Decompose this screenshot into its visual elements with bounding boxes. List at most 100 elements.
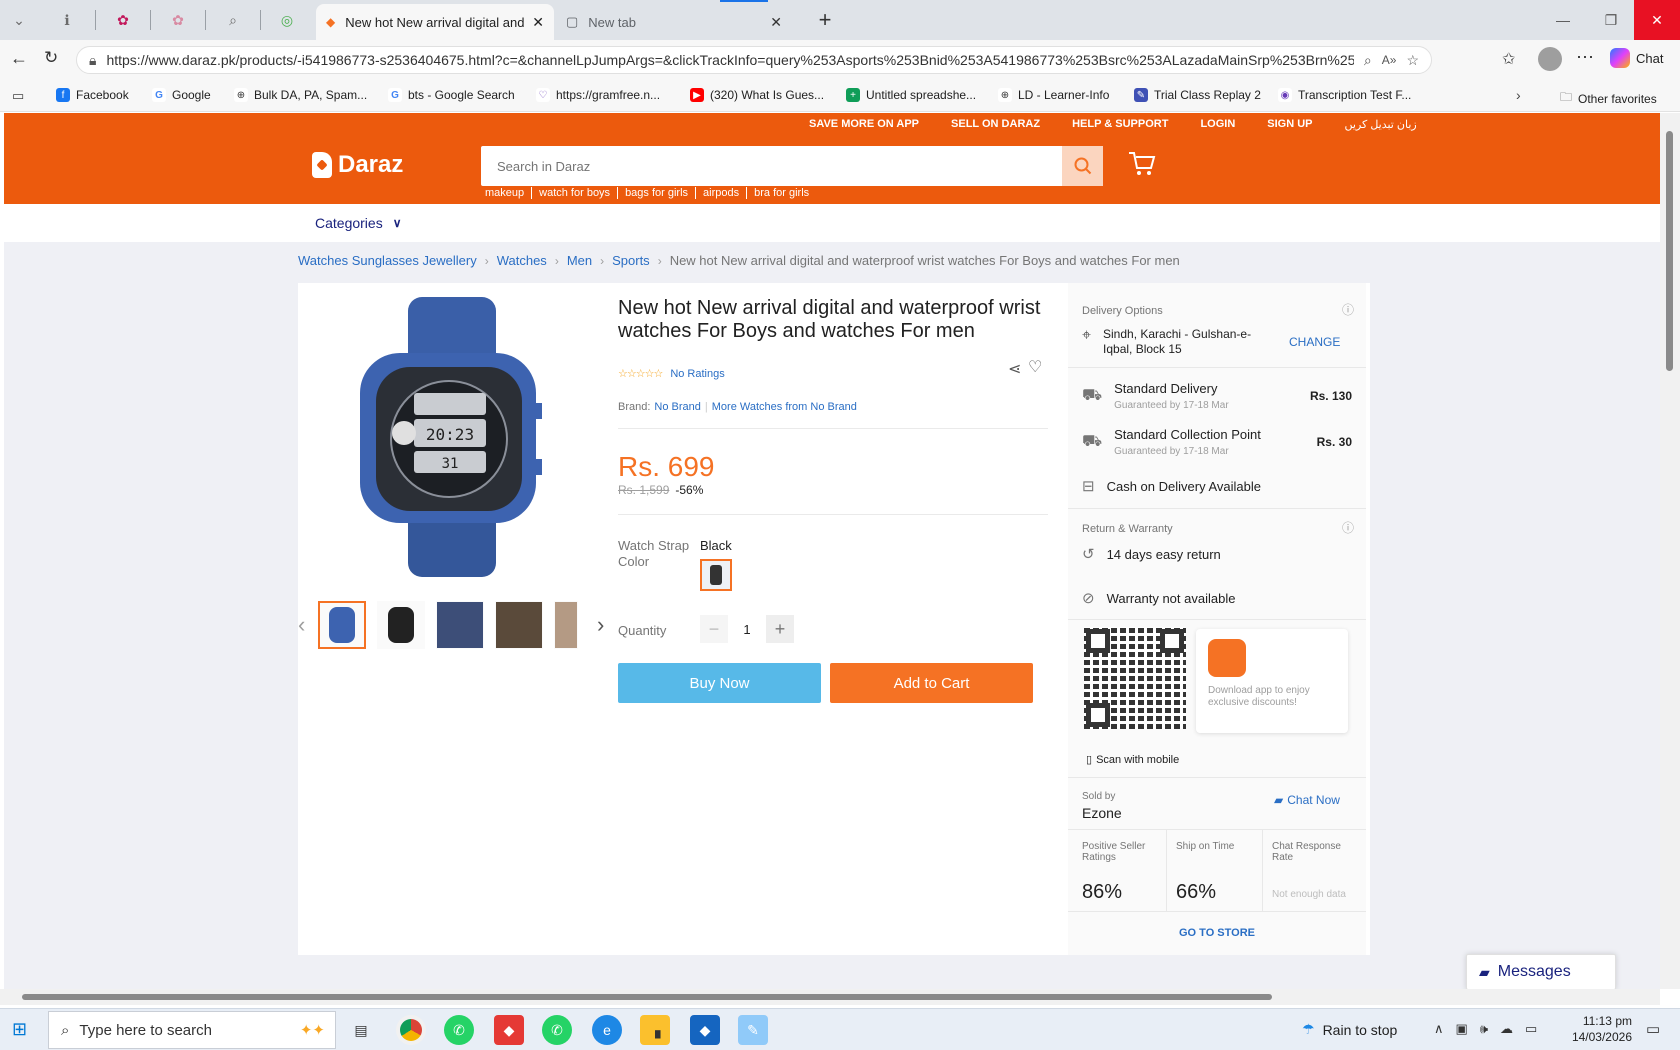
share-icon[interactable]: ⋖ [1008,359,1021,379]
bookmark-ld[interactable]: ⊕ LD - Learner-Info [998,88,1109,102]
whatsapp-icon[interactable]: ✆ [444,1015,474,1045]
bookmark-youtube[interactable]: ▶ (320) What Is Gues... [690,88,824,102]
ratings-link[interactable]: No Ratings [670,368,724,380]
read-aloud-icon[interactable]: A» [1382,53,1397,67]
windows-start-icon[interactable]: ⊞ [12,1019,27,1040]
notes-app-icon[interactable]: ✎ [738,1015,768,1045]
link-save-more-on-app[interactable]: SAVE MORE ON APP [809,118,919,131]
anydesk-icon[interactable]: ◆ [494,1015,524,1045]
bookmark-spreadsheet[interactable]: + Untitled spreadshe... [846,88,976,102]
breadcrumb-link[interactable]: Watches Sunglasses Jewellery [298,253,477,268]
quantity-value[interactable]: 1 [728,622,766,637]
chevron-right-icon[interactable]: › [1516,87,1521,103]
brand-link[interactable]: No Brand [654,401,700,413]
favorite-star-icon[interactable]: ☆ [1406,52,1419,69]
scrollbar-thumb[interactable] [1666,131,1673,371]
minus-icon[interactable]: − [700,615,728,643]
pinned-tab-flower[interactable]: ✿ [98,6,148,34]
search-button[interactable] [1062,146,1103,186]
whatsapp-icon[interactable]: ✆ [542,1015,572,1045]
other-favorites[interactable]: 🗀︎ Other favorites [1560,88,1657,109]
hot-keyword[interactable]: watch for boys [531,187,617,199]
chevron-left-icon[interactable]: ‹ [298,612,318,638]
thumbnail[interactable] [495,601,543,649]
sticky-notes-icon[interactable]: ▗ [640,1015,670,1045]
chevron-up-icon[interactable]: ∧ [1434,1021,1444,1037]
thumbnail[interactable] [436,601,484,649]
pinned-tab-flower-2[interactable]: ✿ [153,6,203,34]
horizontal-scrollbar[interactable] [0,989,1660,1005]
tab-actions-icon[interactable]: ⌄ [0,6,38,34]
chevron-right-icon[interactable]: › [597,612,617,638]
seller-name[interactable]: Ezone [1082,805,1122,821]
buy-now-button[interactable]: Buy Now [618,663,821,703]
reading-view-icon[interactable]: ▭ [12,88,24,104]
add-to-cart-button[interactable]: Add to Cart [830,663,1033,703]
favorites-icon[interactable]: ✩ [1502,49,1515,69]
tab-new-tab[interactable]: ▢ New tab ✕ [556,4,792,40]
pinned-tab-search[interactable]: ⌕ [208,6,258,34]
scrollbar-thumb[interactable] [22,994,1272,1000]
link-change-language[interactable]: زبان تبدیل کریں [1345,118,1417,131]
notification-icon[interactable]: ▭ [1646,1020,1660,1038]
link-help-support[interactable]: HELP & SUPPORT [1072,118,1168,131]
daraz-logo[interactable]: Daraz [312,151,403,179]
bookmark-trial-class[interactable]: ✎ Trial Class Replay 2 [1134,88,1261,102]
product-main-image[interactable]: 20:23 31 [352,293,548,583]
hot-keyword[interactable]: makeup [481,187,531,199]
refresh-icon[interactable]: ↻ [44,48,58,68]
volume-icon[interactable]: 🕪︎ [1480,1021,1488,1037]
bookmark-transcription[interactable]: ◉ Transcription Test F... [1278,88,1411,102]
link-sign-up[interactable]: SIGN UP [1267,118,1312,131]
bookmark-gramfree[interactable]: ♡ https://gramfree.n... [536,88,660,102]
thumbnail[interactable] [318,601,366,649]
bookmark-bts[interactable]: Gbts - Google Search [388,88,515,102]
cart-button[interactable] [1128,151,1156,182]
url-field[interactable]: 🔒︎ https://www.daraz.pk/products/-i54198… [76,46,1432,74]
keyboard-icon[interactable]: ▭ [1525,1021,1537,1037]
close-tab-icon[interactable]: ✕ [770,14,782,31]
categories-dropdown[interactable]: Categories ∨ [315,215,402,231]
minimize-icon[interactable]: — [1540,0,1586,40]
zoom-icon[interactable]: ⌕ [1364,52,1372,69]
chat-now-button[interactable]: ▰ Chat Now [1274,793,1340,807]
pinned-tab-green[interactable]: ◎ [262,6,312,34]
thumbnail[interactable] [377,601,425,649]
onedrive-icon[interactable]: ☁ [1500,1021,1513,1037]
close-window-icon[interactable]: ✕ [1634,0,1680,40]
new-tab-plus-icon[interactable]: + [800,6,850,34]
restore-icon[interactable]: ❐ [1588,0,1634,40]
site-info-icon[interactable]: 🔒︎ [89,52,96,69]
daraz-app-taskbar-icon[interactable]: ◆ [690,1015,720,1045]
back-arrow-icon[interactable]: ← [10,48,28,69]
tab-daraz-product[interactable]: ◆ New hot New arrival digital and wa ✕ [316,4,554,40]
change-location-link[interactable]: CHANGE [1289,335,1340,349]
thumbnail[interactable] [554,601,578,649]
meet-icon[interactable]: ▣ [1456,1021,1468,1037]
more-from-brand-link[interactable]: More Watches from No Brand [712,401,857,413]
search-input[interactable] [481,146,1061,186]
link-sell-on-daraz[interactable]: SELL ON DARAZ [951,118,1040,131]
link-login[interactable]: LOGIN [1200,118,1235,131]
info-icon[interactable]: ⓘ [1342,301,1354,318]
breadcrumb-link[interactable]: Men [567,253,592,268]
breadcrumb-link[interactable]: Watches [497,253,547,268]
messages-widget[interactable]: ▰ Messages [1466,954,1616,990]
info-icon[interactable]: ⓘ [1342,519,1354,536]
chrome-icon[interactable] [396,1015,426,1045]
vertical-scrollbar[interactable] [1660,113,1680,989]
breadcrumb-link[interactable]: Sports [612,253,650,268]
plus-icon[interactable]: + [766,615,794,643]
bookmark-bulk-da[interactable]: ⊕ Bulk DA, PA, Spam... [234,88,367,102]
profile-avatar[interactable] [1538,47,1562,71]
app-download-card[interactable]: Download app to enjoy exclusive discount… [1196,629,1348,733]
task-view-icon[interactable]: ▤ [346,1015,376,1045]
taskbar-search[interactable]: ⌕ Type here to search ✦✦ [48,1011,336,1049]
wishlist-heart-icon[interactable]: ♡ [1028,357,1042,377]
weather-widget[interactable]: ☂ Rain to stop [1302,1021,1397,1038]
go-to-store-link[interactable]: GO TO STORE [1068,927,1366,939]
more-options-icon[interactable]: ⋯ [1576,47,1594,68]
bookmark-facebook[interactable]: f Facebook [56,88,129,102]
edge-icon[interactable]: e [592,1015,622,1045]
pinned-tab-info[interactable]: ℹ [42,6,92,34]
